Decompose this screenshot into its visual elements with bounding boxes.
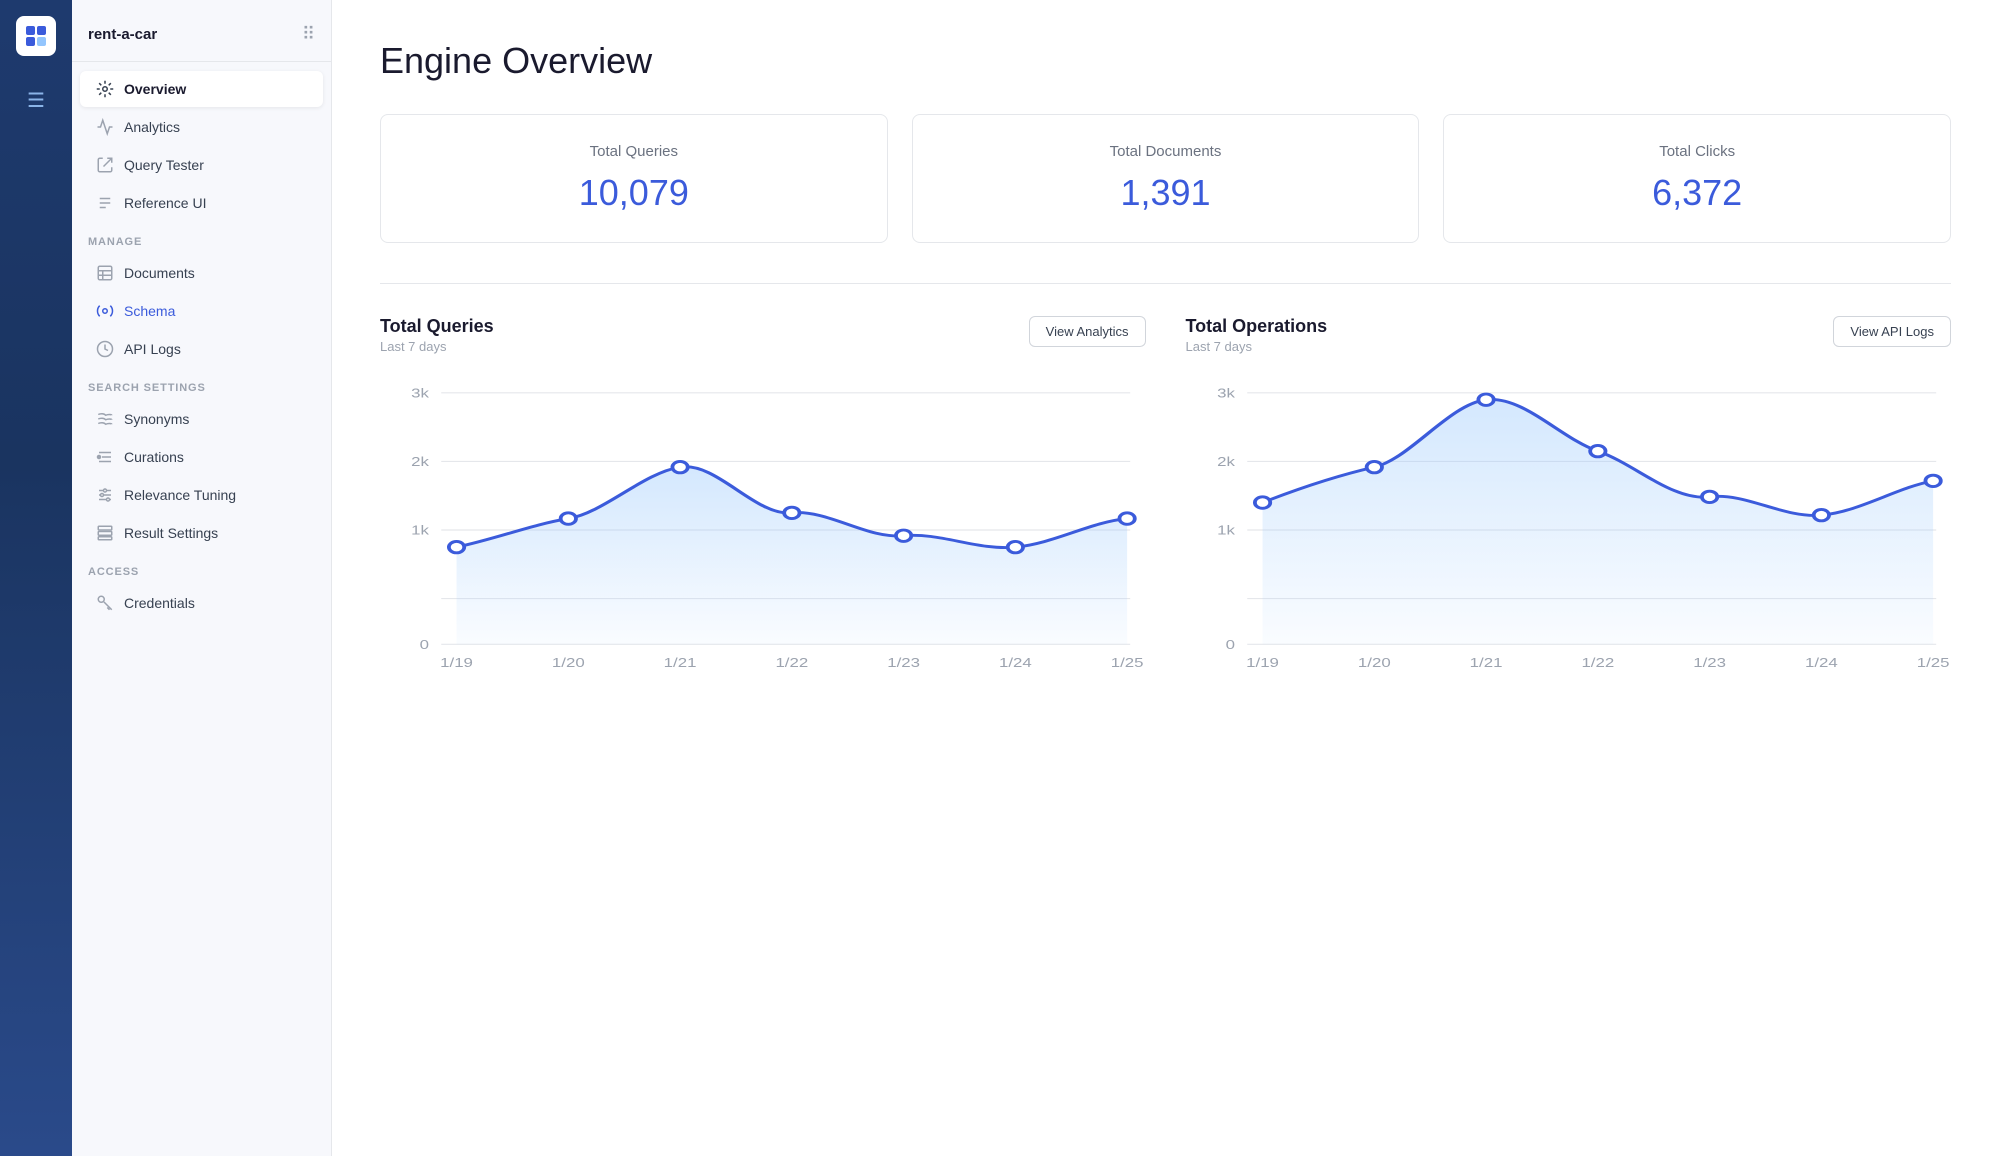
chart-queries-title-block: Total Queries Last 7 days <box>380 316 494 354</box>
sidebar-item-api-logs[interactable]: API Logs <box>80 331 323 367</box>
stat-documents-label: Total Documents <box>937 143 1395 160</box>
charts-grid: Total Queries Last 7 days View Analytics… <box>380 316 1951 690</box>
sidebar-item-relevance-tuning-label: Relevance Tuning <box>124 487 236 503</box>
sidebar-item-result-settings-label: Result Settings <box>124 525 218 541</box>
sidebar-item-overview[interactable]: Overview <box>80 71 323 107</box>
svg-text:1/19: 1/19 <box>1246 657 1279 671</box>
relevance-tuning-icon <box>96 486 114 504</box>
schema-icon <box>96 302 114 320</box>
sidebar-item-curations-label: Curations <box>124 449 184 465</box>
sidebar-item-documents-label: Documents <box>124 265 195 281</box>
chart-operations-svg: 3k 2k 1k 0 <box>1186 370 1952 690</box>
chart-operations-subtitle: Last 7 days <box>1186 339 1328 354</box>
sidebar-item-reference-ui[interactable]: Reference UI <box>80 185 323 221</box>
hamburger-icon[interactable]: ☰ <box>27 88 45 113</box>
chart-operations-svg-wrap: 3k 2k 1k 0 <box>1186 370 1952 690</box>
app-logo[interactable] <box>16 16 56 56</box>
sidebar-item-analytics[interactable]: Analytics <box>80 109 323 145</box>
svg-text:0: 0 <box>420 639 429 653</box>
stat-card-documents: Total Documents 1,391 <box>912 114 1420 243</box>
stat-queries-value: 10,079 <box>405 172 863 214</box>
svg-text:1/23: 1/23 <box>887 657 920 671</box>
nav-rail: ☰ <box>0 0 72 1156</box>
chart-queries: Total Queries Last 7 days View Analytics… <box>380 316 1146 690</box>
svg-text:1/24: 1/24 <box>999 657 1032 671</box>
svg-text:2k: 2k <box>411 456 429 470</box>
svg-text:1/25: 1/25 <box>1111 657 1144 671</box>
svg-text:1/23: 1/23 <box>1693 657 1726 671</box>
section-access: ACCESS <box>72 552 331 584</box>
sidebar-item-synonyms[interactable]: Synonyms <box>80 401 323 437</box>
charts-divider <box>380 283 1951 284</box>
sidebar-item-schema-label: Schema <box>124 303 175 319</box>
svg-text:1k: 1k <box>411 524 429 538</box>
sidebar-item-synonyms-label: Synonyms <box>124 411 189 427</box>
stat-cards: Total Queries 10,079 Total Documents 1,3… <box>380 114 1951 243</box>
sidebar-item-result-settings[interactable]: Result Settings <box>80 515 323 551</box>
chart-operations-title: Total Operations <box>1186 316 1328 337</box>
svg-text:3k: 3k <box>411 387 429 401</box>
chart-queries-svg-wrap: 3k 2k 1k 0 <box>380 370 1146 690</box>
sidebar-item-overview-label: Overview <box>124 81 186 97</box>
svg-text:1/24: 1/24 <box>1804 657 1837 671</box>
analytics-icon <box>96 118 114 136</box>
svg-text:1/20: 1/20 <box>1357 657 1390 671</box>
chart-queries-svg: 3k 2k 1k 0 <box>380 370 1146 690</box>
svg-text:1/22: 1/22 <box>1581 657 1614 671</box>
stat-clicks-label: Total Clicks <box>1468 143 1926 160</box>
sidebar-item-query-tester-label: Query Tester <box>124 157 204 173</box>
main-content: Engine Overview Total Queries 10,079 Tot… <box>332 0 1999 1156</box>
overview-icon <box>96 80 114 98</box>
chart-queries-title: Total Queries <box>380 316 494 337</box>
sidebar-item-reference-ui-label: Reference UI <box>124 195 206 211</box>
svg-text:3k: 3k <box>1217 387 1235 401</box>
section-manage: MANAGE <box>72 222 331 254</box>
svg-text:1/19: 1/19 <box>440 657 473 671</box>
sidebar-item-curations[interactable]: Curations <box>80 439 323 475</box>
stat-documents-value: 1,391 <box>937 172 1395 214</box>
engine-name: rent-a-car <box>88 26 157 43</box>
sidebar-item-documents[interactable]: Documents <box>80 255 323 291</box>
curations-icon <box>96 448 114 466</box>
result-settings-icon <box>96 524 114 542</box>
stat-clicks-value: 6,372 <box>1468 172 1926 214</box>
chart-queries-header: Total Queries Last 7 days View Analytics <box>380 316 1146 354</box>
chart-operations-title-block: Total Operations Last 7 days <box>1186 316 1328 354</box>
credentials-icon <box>96 594 114 612</box>
sidebar-item-credentials[interactable]: Credentials <box>80 585 323 621</box>
grid-icon[interactable]: ⠿ <box>302 24 315 45</box>
synonyms-icon <box>96 410 114 428</box>
svg-text:2k: 2k <box>1217 456 1235 470</box>
page-title: Engine Overview <box>380 40 1951 82</box>
svg-text:1/20: 1/20 <box>552 657 585 671</box>
svg-text:1/25: 1/25 <box>1916 657 1949 671</box>
sidebar-item-relevance-tuning[interactable]: Relevance Tuning <box>80 477 323 513</box>
view-api-logs-button[interactable]: View API Logs <box>1833 316 1951 347</box>
stat-queries-label: Total Queries <box>405 143 863 160</box>
stat-card-clicks: Total Clicks 6,372 <box>1443 114 1951 243</box>
chart-queries-subtitle: Last 7 days <box>380 339 494 354</box>
sidebar-item-schema[interactable]: Schema <box>80 293 323 329</box>
sidebar: rent-a-car ⠿ Overview Analytics Query Te… <box>72 0 332 1156</box>
view-analytics-button[interactable]: View Analytics <box>1029 316 1146 347</box>
sidebar-item-query-tester[interactable]: Query Tester <box>80 147 323 183</box>
sidebar-item-credentials-label: Credentials <box>124 595 195 611</box>
chart-operations-header: Total Operations Last 7 days View API Lo… <box>1186 316 1952 354</box>
svg-text:1/22: 1/22 <box>775 657 808 671</box>
documents-icon <box>96 264 114 282</box>
sidebar-item-analytics-label: Analytics <box>124 119 180 135</box>
chart-operations: Total Operations Last 7 days View API Lo… <box>1186 316 1952 690</box>
sidebar-item-api-logs-label: API Logs <box>124 341 181 357</box>
svg-text:0: 0 <box>1225 639 1234 653</box>
sidebar-header: rent-a-car ⠿ <box>72 16 331 62</box>
svg-text:1k: 1k <box>1217 524 1235 538</box>
section-search-settings: SEARCH SETTINGS <box>72 368 331 400</box>
stat-card-queries: Total Queries 10,079 <box>380 114 888 243</box>
api-logs-icon <box>96 340 114 358</box>
reference-ui-icon <box>96 194 114 212</box>
svg-text:1/21: 1/21 <box>1469 657 1502 671</box>
query-tester-icon <box>96 156 114 174</box>
svg-text:1/21: 1/21 <box>664 657 697 671</box>
